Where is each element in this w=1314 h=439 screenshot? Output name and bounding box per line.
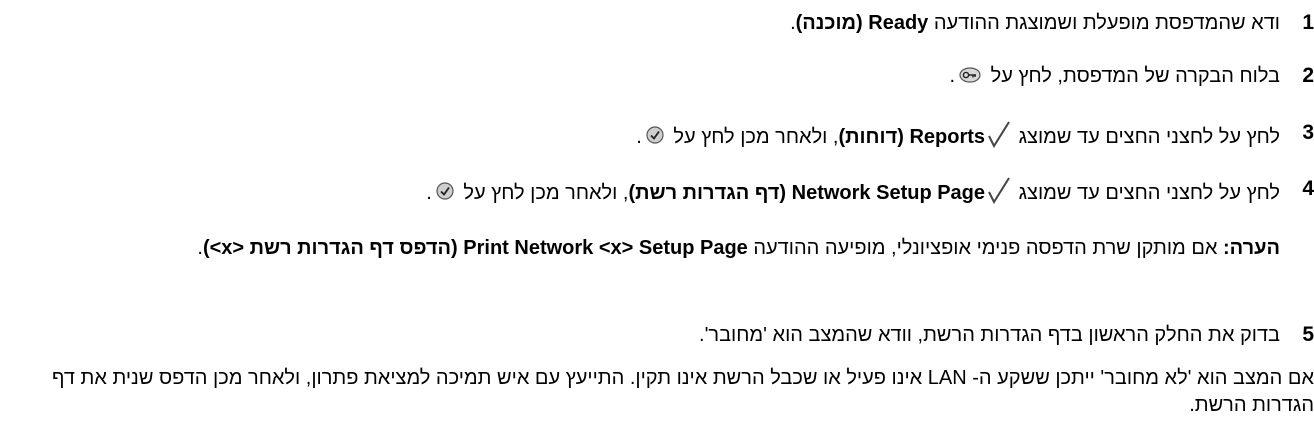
step-number: 3 <box>1302 121 1314 144</box>
step-text-part: . <box>636 125 642 148</box>
final-paragraph: אם המצב הוא 'לא מחובר' ייתכן ששקע ה- LAN… <box>52 367 1314 416</box>
step-text-part: לחץ על לחצני החצים עד שמוצג <box>1013 125 1280 148</box>
step-1: 1 ודא שהמדפסת מופעלת ושמוצגת ההודעה Read… <box>0 10 1314 36</box>
step-number: 4 <box>1302 177 1314 200</box>
step-number: 5 <box>1302 323 1314 346</box>
step-2: 2 בלוח הבקרה של המדפסת, לחץ על . <box>0 63 1314 89</box>
note-label: הערה: <box>1223 237 1280 259</box>
step-text: ודא שהמדפסת מופעלת ושמוצגת ההודעה Ready … <box>790 10 1280 36</box>
select-button-icon <box>646 125 664 151</box>
step-text: בלוח הבקרה של המדפסת, לחץ על . <box>950 63 1280 90</box>
menu-key-icon <box>959 64 981 90</box>
step-text-part: , ולאחר מכן לחץ על <box>667 125 839 148</box>
step-4: 4 לחץ על לחצני החצים עד שמוצג Network Se… <box>0 172 1314 205</box>
reports-label: Reports (דוחות) <box>838 125 986 148</box>
instruction-page: 1 ודא שהמדפסת מופעלת ושמוצגת ההודעה Read… <box>0 0 1314 439</box>
step-text-part: . <box>949 65 956 87</box>
step-number: 2 <box>1302 64 1314 87</box>
step-text-part: בלוח הבקרה של המדפסת, לחץ על <box>985 65 1280 87</box>
note: הערה: אם מותקן שרת הדפסה פנימי אופציונלי… <box>20 235 1280 262</box>
step-text-part: ודא שהמדפסת מופעלת ושמוצגת ההודעה <box>928 12 1280 34</box>
step-text: לחץ על לחצני החצים עד שמוצג Reports (דוח… <box>636 120 1280 155</box>
checkmark-icon <box>987 120 1011 155</box>
network-setup-page-label: Network Setup Page (דף הגדרות רשת) <box>628 181 986 204</box>
print-network-setup-page-label: Print Network <x> Setup Page (הדפס דף הג… <box>202 237 748 259</box>
step-text: לחץ על לחצני החצים עד שמוצג Network Setu… <box>426 176 1280 211</box>
checkmark-icon <box>987 176 1011 211</box>
step-text-part: לחץ על לחצני החצים עד שמוצג <box>1013 181 1280 204</box>
select-button-icon <box>436 181 454 207</box>
step-text-part: . <box>426 181 432 204</box>
step-text: בדוק את החלק הראשון בדף הגדרות הרשת, ווד… <box>699 324 1280 346</box>
step-number: 1 <box>1302 11 1314 34</box>
step-text-part: , ולאחר מכן לחץ על <box>457 181 629 204</box>
ready-label: Ready (מוכנה) <box>795 12 929 34</box>
step-5: 5 בדוק את החלק הראשון בדף הגדרות הרשת, ו… <box>0 322 1314 348</box>
step-3: 3 לחץ על לחצני החצים עד שמוצג Reports (ד… <box>0 116 1314 149</box>
note-text: אם מותקן שרת הדפסה פנימי אופציונלי, מופי… <box>747 237 1224 259</box>
